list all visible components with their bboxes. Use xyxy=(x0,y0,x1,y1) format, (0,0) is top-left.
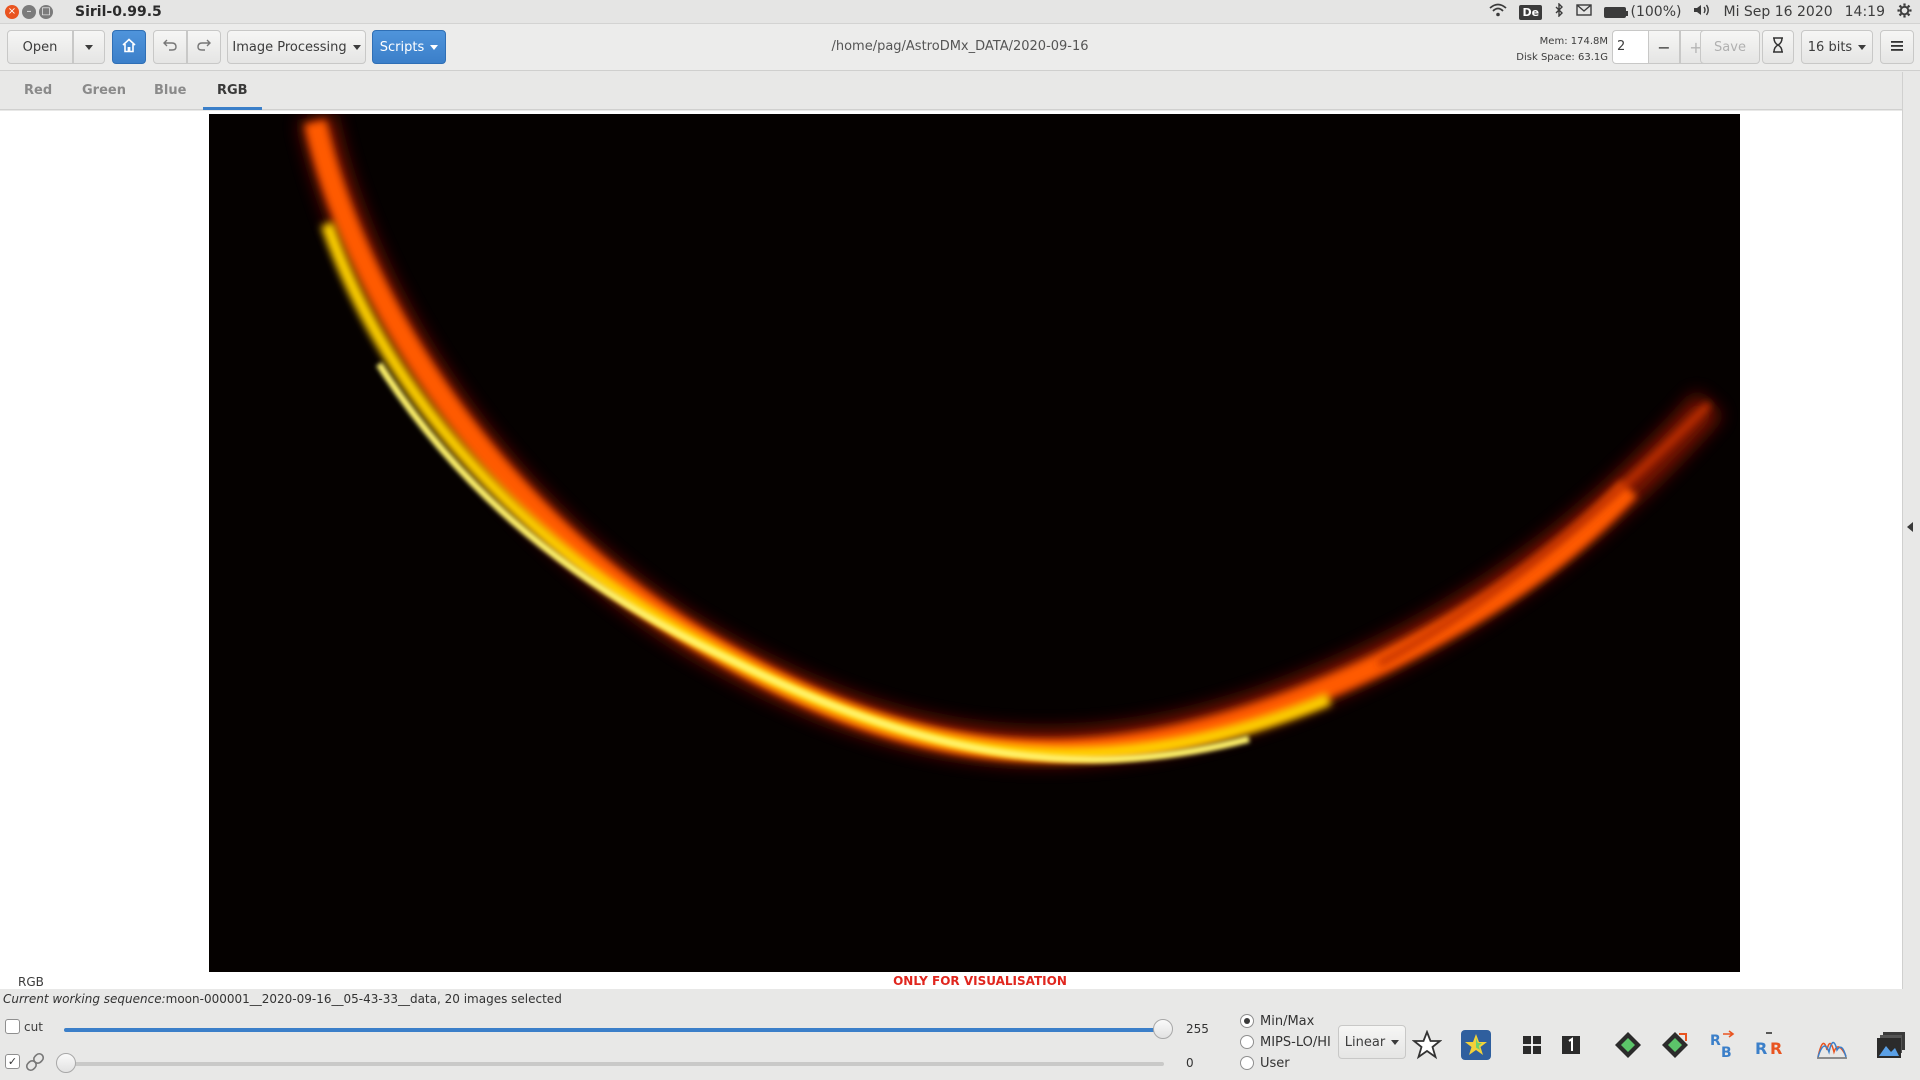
bit-depth-label: 16 bits xyxy=(1807,39,1853,55)
hourglass-icon xyxy=(1772,37,1784,57)
home-icon xyxy=(121,37,137,57)
svg-text:R: R xyxy=(1710,1033,1721,1049)
moon-crescent-image[interactable] xyxy=(209,113,1740,972)
window-controls: × – □ xyxy=(5,4,53,19)
system-tray: De (100%) Mi Sep 16 2020 14:19 xyxy=(1489,0,1912,24)
mips-radio[interactable] xyxy=(1240,1035,1254,1049)
chevron-down-icon xyxy=(352,44,361,50)
svg-text:B: B xyxy=(1721,1045,1732,1061)
color-star-icon[interactable] xyxy=(1458,1027,1494,1063)
display-mode-label: Linear xyxy=(1344,1034,1386,1050)
gear-icon[interactable] xyxy=(1897,2,1912,22)
chevron-left-icon xyxy=(1907,522,1913,532)
visualisation-warning: ONLY FOR VISUALISATION xyxy=(893,974,1067,988)
redo-button[interactable] xyxy=(187,30,221,64)
moon-crescent-render xyxy=(209,113,1740,972)
plate-solve-icon[interactable] xyxy=(1610,1027,1646,1063)
chevron-down-icon xyxy=(85,44,93,50)
main-toolbar: Open Image Processing Scripts /home/pag/… xyxy=(0,24,1920,71)
chevron-down-icon xyxy=(430,44,439,50)
tab-blue[interactable]: Blue xyxy=(140,72,200,110)
date-display[interactable]: Mi Sep 16 2020 xyxy=(1723,4,1832,20)
keyboard-layout-indicator[interactable]: De xyxy=(1519,4,1543,20)
tab-rgb[interactable]: RGB xyxy=(203,72,262,110)
undo-icon xyxy=(163,39,177,55)
hi-level-slider[interactable] xyxy=(64,1028,1164,1032)
sequence-status-value: moon-000001__2020-09-16__05-43-33__data,… xyxy=(165,992,562,1006)
tab-green[interactable]: Green xyxy=(68,72,140,110)
grid-icon[interactable] xyxy=(1514,1027,1550,1063)
image-processing-menu-button[interactable]: Image Processing xyxy=(227,30,366,64)
link-icon[interactable] xyxy=(24,1052,46,1076)
minmax-radio[interactable] xyxy=(1240,1014,1254,1028)
lo-level-slider-knob[interactable] xyxy=(56,1053,76,1073)
rgb-compose-icon[interactable]: RR xyxy=(1752,1027,1788,1063)
open-button-label: Open xyxy=(22,39,58,55)
processing-status-button[interactable] xyxy=(1762,30,1794,64)
hi-level-slider-knob[interactable] xyxy=(1153,1019,1173,1039)
viewer-channel-label: RGB xyxy=(18,975,44,989)
bit-depth-dropdown[interactable]: 16 bits xyxy=(1801,30,1873,64)
close-window-button[interactable]: × xyxy=(5,4,19,19)
svg-text:R: R xyxy=(1755,1039,1767,1058)
lo-level-value: 0 xyxy=(1186,1056,1194,1070)
battery-percent: (100%) xyxy=(1630,4,1682,20)
disk-space: Disk Space: 63.1G xyxy=(1516,52,1608,63)
save-button-label: Save xyxy=(1714,39,1746,55)
channel-tabs: Red Green Blue RGB xyxy=(0,72,1902,110)
app-title: Siril-0.99.5 xyxy=(75,3,162,20)
save-button[interactable]: Save xyxy=(1700,30,1760,64)
scripts-menu-button[interactable]: Scripts xyxy=(372,30,446,64)
gallery-icon[interactable] xyxy=(1874,1027,1910,1063)
tab-red[interactable]: Red xyxy=(10,72,66,110)
main-menu-button[interactable] xyxy=(1880,30,1914,64)
resource-info: Mem: 174.8M Disk Space: 63.1G xyxy=(1460,34,1608,66)
redo-icon xyxy=(197,39,211,55)
histogram-icon[interactable] xyxy=(1814,1027,1850,1063)
open-recent-dropdown[interactable] xyxy=(73,30,105,64)
volume-icon[interactable] xyxy=(1693,3,1711,21)
sequence-status-prefix: Current working sequence: xyxy=(3,992,166,1006)
scripts-label: Scripts xyxy=(379,39,425,55)
plate-solve-alt-icon[interactable] xyxy=(1657,1027,1693,1063)
open-button[interactable]: Open xyxy=(7,30,73,64)
user-label: User xyxy=(1260,1056,1290,1071)
svg-text:R: R xyxy=(1770,1039,1782,1058)
rgb-align-icon[interactable]: RB xyxy=(1705,1027,1741,1063)
hi-level-value: 255 xyxy=(1186,1022,1209,1036)
chevron-down-icon xyxy=(1391,1039,1400,1045)
minmax-label: Min/Max xyxy=(1260,1014,1315,1029)
maximize-window-button[interactable]: □ xyxy=(39,4,53,19)
time-display[interactable]: 14:19 xyxy=(1845,4,1885,20)
cut-checkbox[interactable] xyxy=(5,1019,20,1034)
auto-stretch-star-icon[interactable] xyxy=(1409,1027,1445,1063)
minimize-window-button[interactable]: – xyxy=(22,4,36,19)
side-panel-toggle[interactable] xyxy=(1902,72,1920,989)
link-checkbox[interactable]: ✓ xyxy=(5,1054,20,1069)
image-viewer[interactable]: RGB ONLY FOR VISUALISATION xyxy=(0,111,1902,989)
user-radio[interactable] xyxy=(1240,1056,1254,1070)
threads-input[interactable]: 2 xyxy=(1612,30,1648,64)
mail-icon[interactable] xyxy=(1576,4,1592,20)
lo-level-slider[interactable] xyxy=(64,1062,1164,1066)
battery-indicator[interactable]: (100%) xyxy=(1604,4,1681,20)
wifi-icon[interactable] xyxy=(1489,3,1508,21)
battery-icon xyxy=(1604,6,1629,18)
single-frame-icon[interactable] xyxy=(1553,1027,1589,1063)
system-top-bar: × – □ Siril-0.99.5 De (100%) Mi Sep 16 2… xyxy=(0,0,1920,24)
chevron-down-icon xyxy=(1858,44,1867,50)
threads-decrement-button[interactable]: − xyxy=(1648,30,1680,64)
display-mode-dropdown[interactable]: Linear xyxy=(1338,1025,1406,1059)
undo-button[interactable] xyxy=(153,30,187,64)
mips-label: MIPS-LO/HI xyxy=(1260,1035,1331,1050)
sequence-status: Current working sequence:moon-000001__20… xyxy=(3,992,562,1006)
cut-label: cut xyxy=(24,1020,43,1034)
working-directory-path: /home/pag/AstroDMx_DATA/2020-09-16 xyxy=(831,39,1089,54)
home-button[interactable] xyxy=(112,30,146,64)
hamburger-icon xyxy=(1891,40,1903,55)
image-processing-label: Image Processing xyxy=(232,39,347,55)
bluetooth-icon[interactable] xyxy=(1554,2,1564,21)
memory-usage: Mem: 174.8M xyxy=(1539,36,1608,47)
